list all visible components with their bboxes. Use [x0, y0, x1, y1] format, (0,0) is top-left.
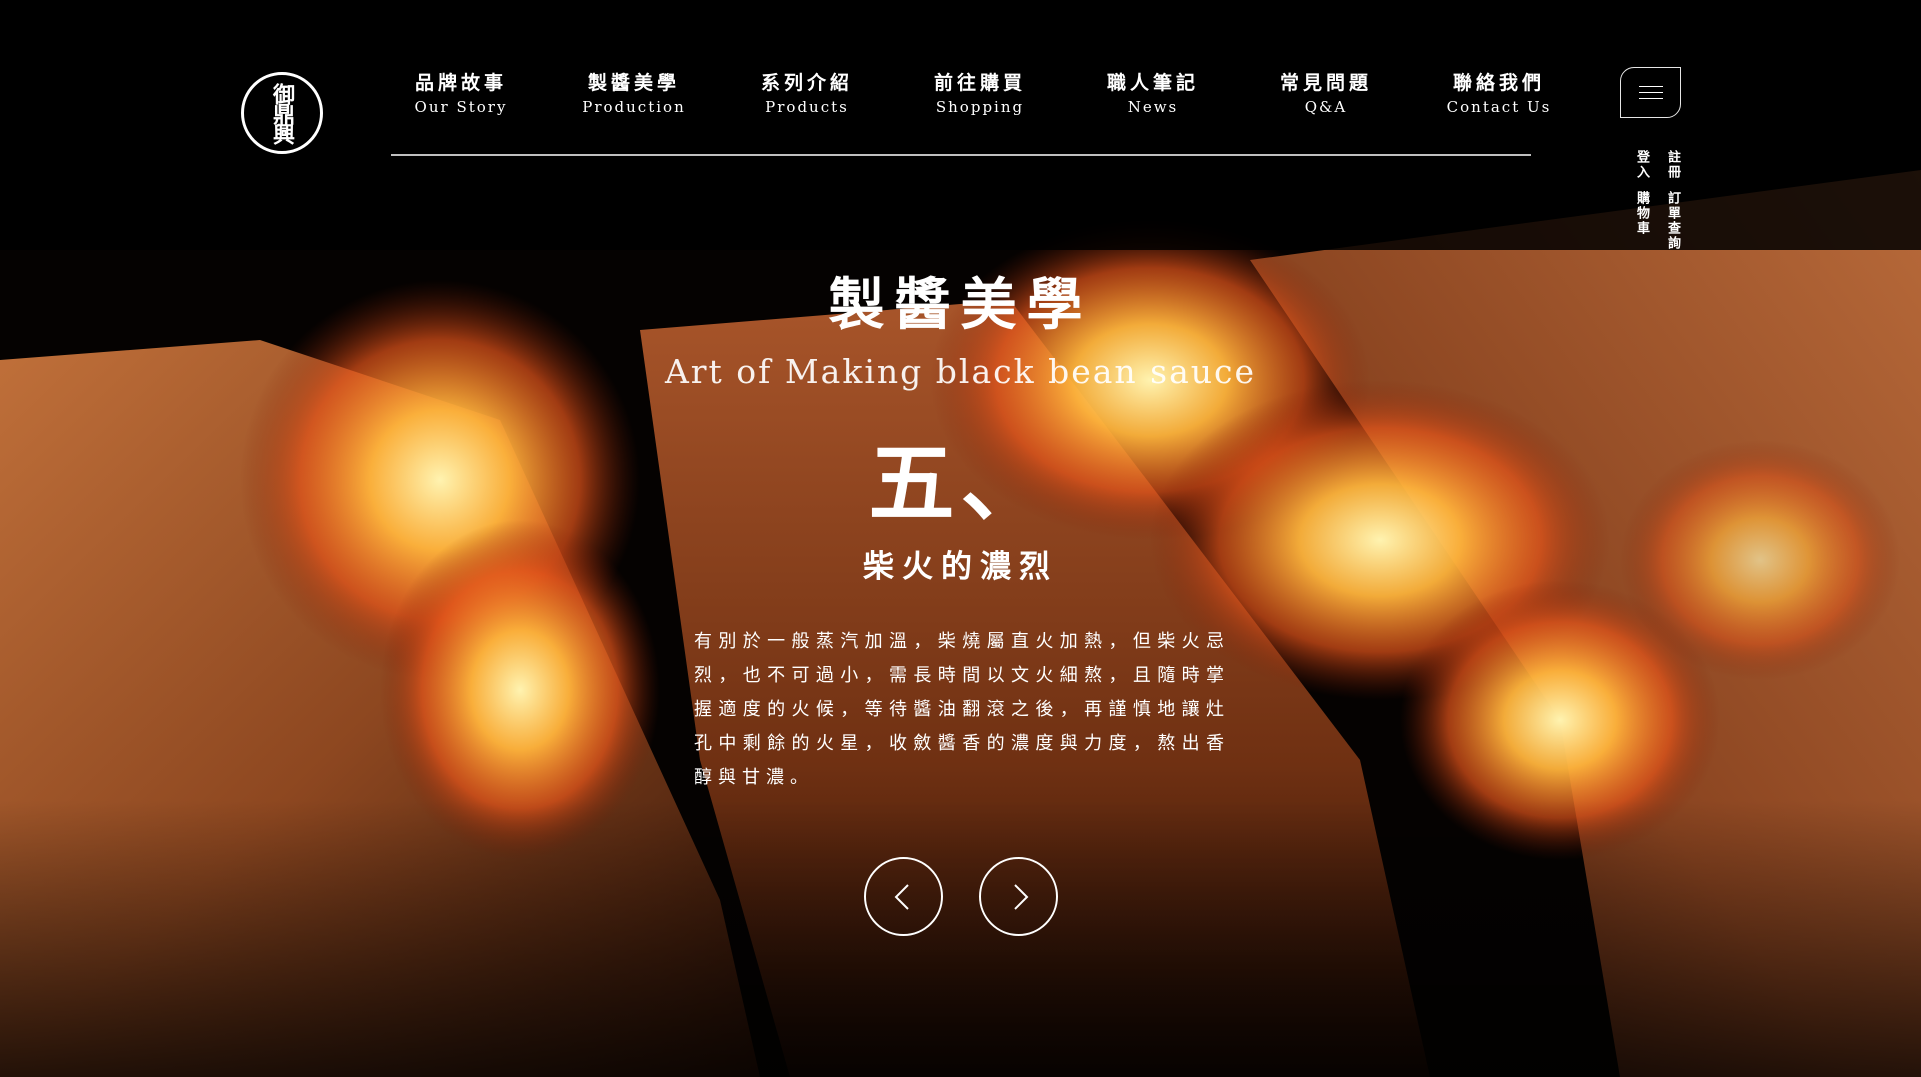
nav-label-zh: 系列介紹: [760, 72, 853, 94]
next-slide-button[interactable]: [979, 857, 1058, 936]
cart-link[interactable]: 購物車: [1633, 191, 1649, 236]
nav-item-news[interactable]: 職人筆記 News: [1083, 70, 1223, 117]
step-description: 有別於一般蒸汽加溫，柴燒屬直火加熱，但柴火忌烈，也不可過小，需長時間以文火細熬，…: [694, 631, 1230, 788]
nav-label-en: Shopping: [935, 98, 1025, 116]
nav-label-en: Q&A: [1304, 98, 1348, 116]
order-lookup-link[interactable]: 訂單查詢: [1664, 191, 1680, 251]
nav-label-en: Our Story: [414, 98, 508, 116]
logo-text: 御鼎興: [269, 83, 295, 143]
hamburger-menu-button[interactable]: [1620, 67, 1681, 118]
nav-item-our-story[interactable]: 品牌故事 Our Story: [391, 70, 531, 117]
nav-label-en: Products: [765, 98, 849, 116]
main-nav: 品牌故事 Our Story 製醬美學 Production 系列介紹 Prod…: [391, 70, 1549, 156]
nav-label-en: Contact Us: [1446, 98, 1552, 116]
nav-label-zh: 製醬美學: [587, 72, 680, 94]
page-subtitle: Art of Making black bean sauce: [664, 352, 1257, 391]
nav-item-contact-us[interactable]: 聯絡我們 Contact Us: [1429, 70, 1569, 117]
nav-label-zh: 前往購買: [933, 72, 1026, 94]
register-link[interactable]: 註冊: [1664, 150, 1680, 180]
chevron-right-icon: [1013, 883, 1028, 910]
login-link[interactable]: 登入: [1633, 150, 1649, 180]
nav-label-zh: 職人筆記: [1106, 72, 1199, 94]
nav-item-production[interactable]: 製醬美學 Production: [564, 70, 704, 117]
nav-label-zh: 品牌故事: [414, 72, 507, 94]
page-title: 製醬美學: [828, 272, 1093, 338]
prev-slide-button[interactable]: [864, 857, 943, 936]
nav-item-products[interactable]: 系列介紹 Products: [737, 70, 877, 117]
nav-item-shopping[interactable]: 前往購買 Shopping: [910, 70, 1050, 117]
nav-label-zh: 常見問題: [1279, 72, 1372, 94]
step-number: 五、: [868, 433, 1053, 534]
nav-label-zh: 聯絡我們: [1452, 72, 1545, 94]
nav-label-en: Production: [582, 98, 686, 116]
nav-item-qa[interactable]: 常見問題 Q&A: [1256, 70, 1396, 117]
chevron-left-icon: [894, 883, 909, 910]
step-title: 柴火的濃烈: [863, 549, 1058, 585]
nav-label-en: News: [1127, 98, 1179, 116]
hamburger-icon: [1638, 85, 1663, 100]
brand-logo[interactable]: 御鼎興: [241, 72, 323, 154]
